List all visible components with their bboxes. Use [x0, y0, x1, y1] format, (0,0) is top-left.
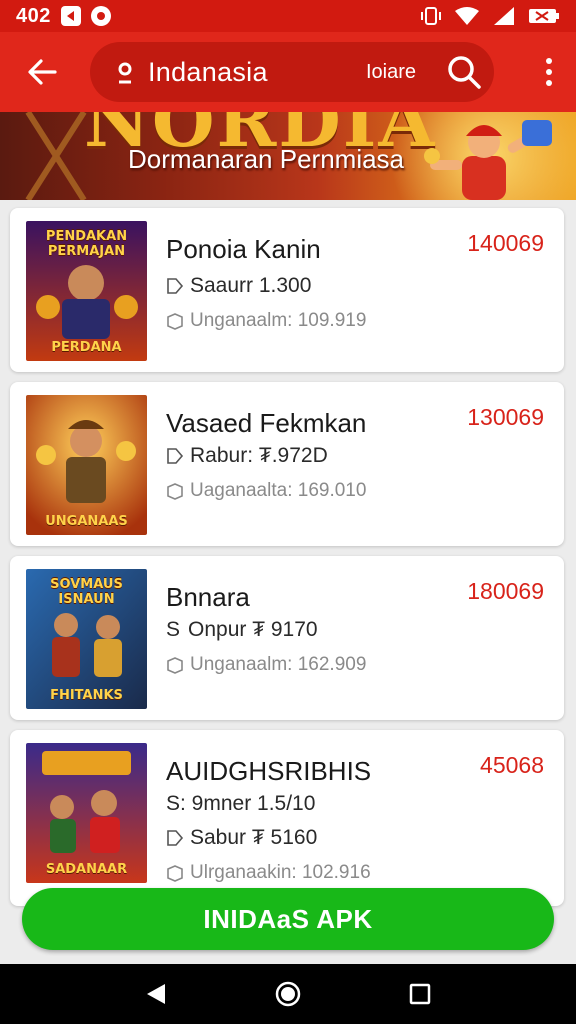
search-bar[interactable]: Indanasia Ioiare: [90, 42, 494, 102]
app-meta-secondary: Uaganaalta: 169.010: [166, 480, 366, 502]
tag-icon: [167, 448, 184, 464]
app-price: 130069: [467, 404, 544, 430]
battery-icon: [529, 9, 559, 23]
notification-record-icon: [90, 6, 111, 26]
nav-home-button[interactable]: [268, 974, 308, 1014]
vibrate-icon: [421, 7, 441, 25]
notification-app-icon: [60, 6, 81, 26]
app-name: Vasaed Fekmkan: [166, 408, 367, 438]
app-bar-extra-label: Ioiare: [365, 60, 416, 83]
app-meta-primary-text: Rabur: ₮.972D: [190, 444, 328, 467]
system-nav-bar: [0, 964, 576, 1024]
app-bar-title: Indanasia: [148, 56, 268, 87]
app-meta-primary: S Onpur ₮ 9170: [166, 618, 318, 642]
search-icon: [448, 56, 481, 89]
app-meta-secondary-text: Ulrganaakin: 102.916: [190, 862, 371, 883]
location-icon: [114, 59, 136, 85]
app-name: AUIDGHSRIBHIS: [166, 756, 372, 786]
nav-back-button[interactable]: [136, 974, 176, 1014]
app-thumbnail: PENDAKAN PERMAJAN PERDANA: [26, 221, 147, 361]
app-meta-prefix: S: [166, 618, 181, 641]
back-button[interactable]: [20, 50, 64, 94]
app-meta-secondary-text: Unganaalm: 162.909: [190, 654, 367, 675]
list-item[interactable]: SOVMAUS ISNAUN FHITANKS Bnnara 180069 S …: [10, 556, 564, 720]
app-name: Ponoia Kanin: [166, 234, 321, 264]
thumbnail-caption: SADANAAR: [45, 862, 128, 877]
back-arrow-icon: [28, 59, 57, 85]
app-thumbnail: UNGANAAS: [26, 395, 147, 535]
app-meta-primary-text: Onpur ₮ 9170: [188, 618, 318, 641]
thumbnail-caption: UNGANAAS: [45, 514, 128, 529]
status-time: 402: [16, 4, 51, 27]
thumbnail-title: SOVMAUS ISNAUN: [50, 577, 123, 607]
box-icon: [167, 483, 183, 500]
app-meta-primary: Saaurr 1.300: [166, 274, 311, 298]
app-meta-extra-text: S: 9mner 1.5/10: [166, 792, 316, 815]
tag-icon: [167, 830, 184, 846]
thumbnail-title: PENDAKAN PERMAJAN: [45, 229, 128, 259]
app-meta-extra: S: 9mner 1.5/10: [166, 792, 315, 816]
app-meta-primary: Rabur: ₮.972D: [166, 444, 328, 468]
app-bar: Indanasia Ioiare: [0, 32, 576, 112]
app-meta-primary-text: Saaurr 1.300: [190, 274, 312, 297]
nav-home-icon: [275, 981, 301, 1007]
banner-character-illustration: [424, 120, 552, 200]
app-meta-primary-text: Sabur ₮ 5160: [190, 826, 318, 849]
thumbnail-caption: FHITANKS: [50, 688, 123, 703]
nav-recents-button[interactable]: [400, 974, 440, 1014]
box-icon: [167, 313, 183, 330]
app-list: PENDAKAN PERMAJAN PERDANA Ponoia Kanin 1…: [10, 208, 564, 916]
nav-back-icon: [147, 984, 165, 1004]
app-meta-secondary-text: Unganaalm: 109.919: [190, 310, 367, 331]
box-icon: [167, 865, 183, 882]
nav-recents-icon: [409, 983, 431, 1005]
status-bar: 402: [0, 0, 576, 32]
list-item[interactable]: SADANAAR AUIDGHSRIBHIS 45068 S: 9mner 1.…: [10, 730, 564, 906]
search-button[interactable]: [444, 52, 484, 92]
tag-icon: [167, 278, 184, 294]
app-thumbnail: SADANAAR: [26, 743, 147, 883]
install-apk-button[interactable]: INIDAaS APK: [22, 888, 554, 950]
promo-banner[interactable]: NORDIA Dormanaran Pernmiasa: [0, 112, 576, 200]
overflow-menu-button[interactable]: [534, 50, 564, 94]
more-vert-icon: [546, 58, 552, 86]
app-price: 140069: [467, 230, 544, 256]
box-icon: [167, 657, 183, 674]
list-item[interactable]: UNGANAAS Vasaed Fekmkan 130069 Rabur: ₮.…: [10, 382, 564, 546]
wifi-icon: [455, 7, 479, 25]
app-meta-primary: Sabur ₮ 5160: [166, 826, 317, 850]
app-price: 180069: [467, 578, 544, 604]
app-meta-secondary-text: Uaganaalta: 169.010: [190, 480, 367, 501]
app-name: Bnnara: [166, 582, 250, 612]
app-price: 45068: [480, 752, 544, 778]
list-item[interactable]: PENDAKAN PERMAJAN PERDANA Ponoia Kanin 1…: [10, 208, 564, 372]
thumbnail-caption: PERDANA: [51, 340, 122, 355]
app-meta-secondary: Unganaalm: 109.919: [166, 310, 366, 332]
app-meta-secondary: Unganaalm: 162.909: [166, 654, 366, 676]
signal-icon: [494, 7, 514, 25]
app-meta-secondary: Ulrganaakin: 102.916: [166, 862, 371, 884]
app-thumbnail: SOVMAUS ISNAUN FHITANKS: [26, 569, 147, 709]
banner-swords-decoration: [25, 112, 87, 200]
banner-subtitle: Dormanaran Pernmiasa: [128, 144, 405, 174]
